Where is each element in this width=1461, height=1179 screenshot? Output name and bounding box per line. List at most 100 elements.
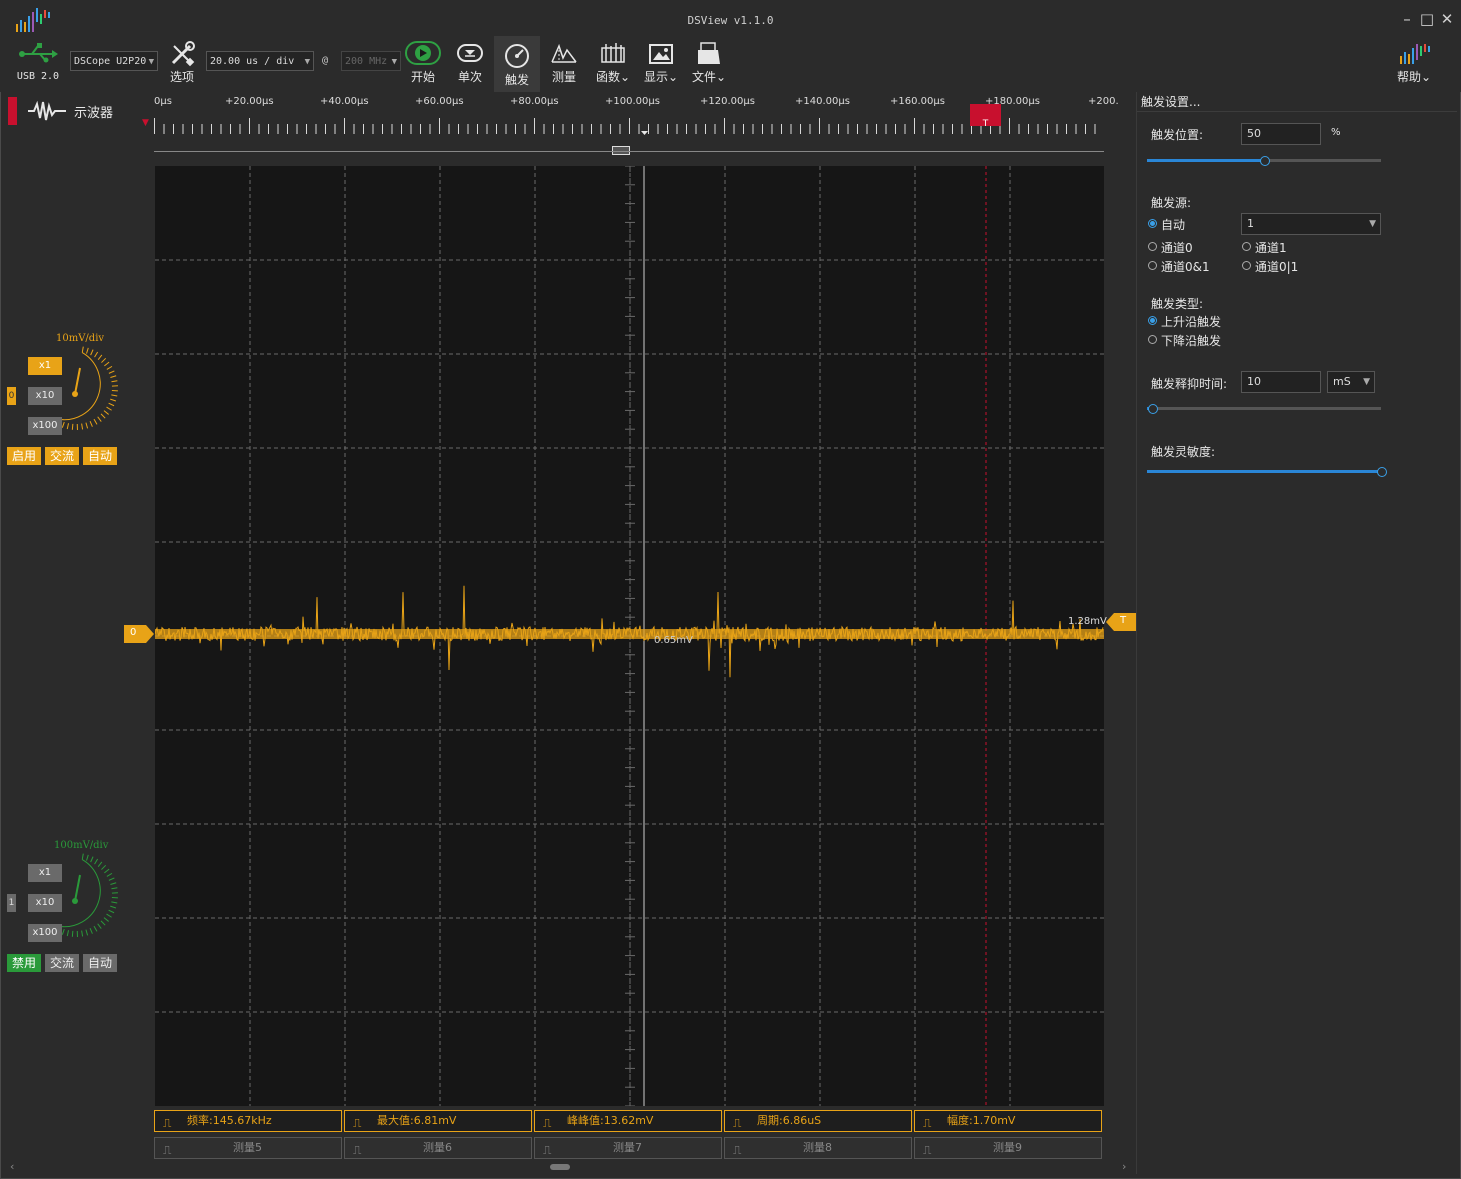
options-label: 选项 xyxy=(169,70,194,84)
measurement-4[interactable]: ⎍ 幅度:1.70mV xyxy=(914,1110,1102,1132)
ch0-auto-button[interactable]: 自动 xyxy=(83,447,117,465)
type-falling-radio[interactable] xyxy=(1148,335,1157,344)
chevron-down-icon: ▼ xyxy=(148,57,154,67)
source-ch1-radio[interactable] xyxy=(1242,242,1251,251)
measurement-1[interactable]: ⎍ 最大值:6.81mV xyxy=(344,1110,532,1132)
trigger-position-input[interactable]: 50 xyxy=(1241,123,1321,145)
trigger-settings-panel: 触发设置... 触发位置: 50 % 触发源: 自动 1 ▼ 通道0 通道1 通… xyxy=(1136,92,1457,1174)
measurement-value: 幅度:1.70mV xyxy=(947,1114,1016,1127)
horizontal-scrollbar[interactable]: ‹ › xyxy=(4,1160,1134,1174)
samplerate-select[interactable]: 200 MHz ▼ xyxy=(341,51,401,71)
chevron-down-icon: ▼ xyxy=(304,57,310,67)
measurement-slot-label: 测量6 xyxy=(423,1141,452,1154)
single-button[interactable]: 单次 xyxy=(450,36,490,92)
type-falling-label[interactable]: 下降沿触发 xyxy=(1161,332,1221,349)
measure-label: 测量 xyxy=(551,70,576,84)
holdoff-input[interactable]: 10 xyxy=(1241,371,1321,393)
help-menu[interactable]: 帮助⌄ xyxy=(1392,36,1436,92)
sensitivity-slider-knob[interactable] xyxy=(1377,467,1387,477)
source-ch0or1-radio[interactable] xyxy=(1242,261,1251,270)
file-menu[interactable]: 文件⌄ xyxy=(688,36,730,92)
ch1-coupling-button[interactable]: 交流 xyxy=(45,954,79,972)
scroll-left-icon[interactable]: ‹ xyxy=(10,1160,14,1173)
type-rising-label[interactable]: 上升沿触发 xyxy=(1161,313,1221,330)
scroll-thumb[interactable] xyxy=(550,1164,570,1170)
usb-status[interactable]: USB 2.0 xyxy=(12,36,64,92)
display-menu[interactable]: 显示⌄ xyxy=(640,36,682,92)
source-ch0-radio[interactable] xyxy=(1148,242,1157,251)
measurement-slot-5[interactable]: ⎍ 测量5 xyxy=(154,1137,342,1159)
ch0-x10-button[interactable]: x10 xyxy=(28,387,62,405)
ch0-coupling-button[interactable]: 交流 xyxy=(45,447,79,465)
mode-label[interactable]: 示波器 xyxy=(74,102,113,121)
pulse-icon: ⎍ xyxy=(923,1116,932,1130)
measure-icon xyxy=(551,43,577,63)
usb-icon xyxy=(19,43,58,63)
ch1-x10-button[interactable]: x10 xyxy=(28,894,62,912)
source-ch0-label[interactable]: 通道0 xyxy=(1161,239,1193,256)
ch1-x100-button[interactable]: x100 xyxy=(28,924,62,942)
source-ch0and1-label[interactable]: 通道0&1 xyxy=(1161,258,1210,275)
trigger-type-label: 触发类型: xyxy=(1151,297,1204,311)
trigger-level-marker[interactable]: T xyxy=(1106,613,1136,631)
minimize-button[interactable]: – xyxy=(1398,10,1416,28)
measurement-slot-7[interactable]: ⎍ 测量7 xyxy=(534,1137,722,1159)
trigger-position-marker[interactable]: T xyxy=(970,104,1001,129)
measure-button[interactable]: 测量 xyxy=(544,36,584,92)
time-ruler[interactable]: 0µs +20.00µs +40.00µs +60.00µs +80.00µs +100.… xyxy=(154,92,1119,164)
options-button[interactable]: 选项 xyxy=(162,36,202,92)
trigger-position-slider-knob[interactable] xyxy=(1260,156,1270,166)
collapse-arrow-icon[interactable]: ▼ xyxy=(142,118,149,128)
ch0-enable-button[interactable]: 启用 xyxy=(7,447,41,465)
trigger-marker-label: T xyxy=(982,119,989,129)
measurement-slot-label: 测量9 xyxy=(993,1141,1022,1154)
close-button[interactable]: ✕ xyxy=(1438,10,1456,28)
center-readout: 0.65mV xyxy=(654,635,693,646)
at-symbol: @ xyxy=(322,55,329,66)
source-ch1-label[interactable]: 通道1 xyxy=(1255,239,1287,256)
divider xyxy=(1137,111,1457,112)
ch1-vdiv-label: 100mV/div xyxy=(54,840,109,851)
measurement-0[interactable]: ⎍ 频率:145.67kHz xyxy=(154,1110,342,1132)
source-channel-select[interactable]: 1 ▼ xyxy=(1241,213,1381,235)
source-ch0and1-radio[interactable] xyxy=(1148,261,1157,270)
function-menu[interactable]: 函数⌄ xyxy=(592,36,634,92)
measurement-slot-8[interactable]: ⎍ 测量8 xyxy=(724,1137,912,1159)
scope-display[interactable] xyxy=(154,165,1104,1107)
pulse-icon: ⎍ xyxy=(163,1143,172,1157)
chevron-down-icon: ▼ xyxy=(1369,219,1376,229)
usb-label: USB 2.0 xyxy=(16,71,60,82)
holdoff-slider-track[interactable] xyxy=(1147,407,1381,410)
waveform-icon xyxy=(28,100,66,121)
pulse-icon: ⎍ xyxy=(733,1143,742,1157)
ch0-x100-button[interactable]: x100 xyxy=(28,417,62,435)
trigger-button[interactable]: 触发 xyxy=(494,36,540,92)
source-auto-label[interactable]: 自动 xyxy=(1161,216,1185,233)
holdoff-slider-knob[interactable] xyxy=(1147,404,1158,414)
measurement-slot-6[interactable]: ⎍ 测量6 xyxy=(344,1137,532,1159)
ch0-offset-marker[interactable]: 0 xyxy=(124,625,154,643)
source-ch0or1-label[interactable]: 通道0|1 xyxy=(1255,258,1298,275)
scroll-right-icon[interactable]: › xyxy=(1122,1160,1126,1173)
trigger-panel-title: 触发设置... xyxy=(1141,95,1201,109)
measurement-2[interactable]: ⎍ 峰峰值:13.62mV xyxy=(534,1110,722,1132)
source-auto-radio[interactable] xyxy=(1148,219,1157,228)
ch1-x1-button[interactable]: x1 xyxy=(28,864,62,882)
device-select[interactable]: DSCope U2P20 ▼ xyxy=(70,51,158,71)
ch1-auto-button[interactable]: 自动 xyxy=(83,954,117,972)
start-button[interactable]: 开始 xyxy=(403,36,443,92)
ch0-x1-button[interactable]: x1 xyxy=(28,357,62,375)
maximize-button[interactable]: □ xyxy=(1418,10,1436,28)
measurement-value: 周期:6.86uS xyxy=(757,1114,822,1127)
holdoff-unit-select[interactable]: mS ▼ xyxy=(1327,371,1375,393)
device-value: DSCope U2P20 xyxy=(74,56,147,67)
help-logo-icon xyxy=(1400,44,1430,64)
toolbar: USB 2.0 DSCope U2P20 ▼ 选项 20.00 us / div… xyxy=(0,36,1461,92)
timebase-select[interactable]: 20.00 us / div ▼ xyxy=(206,51,314,71)
measurement-slot-9[interactable]: ⎍ 测量9 xyxy=(914,1137,1102,1159)
type-rising-radio[interactable] xyxy=(1148,316,1157,325)
ch1-enable-button[interactable]: 禁用 xyxy=(7,954,41,972)
pulse-icon: ⎍ xyxy=(923,1143,932,1157)
measurement-3[interactable]: ⎍ 周期:6.86uS xyxy=(724,1110,912,1132)
measurement-value: 最大值:6.81mV xyxy=(377,1114,457,1127)
